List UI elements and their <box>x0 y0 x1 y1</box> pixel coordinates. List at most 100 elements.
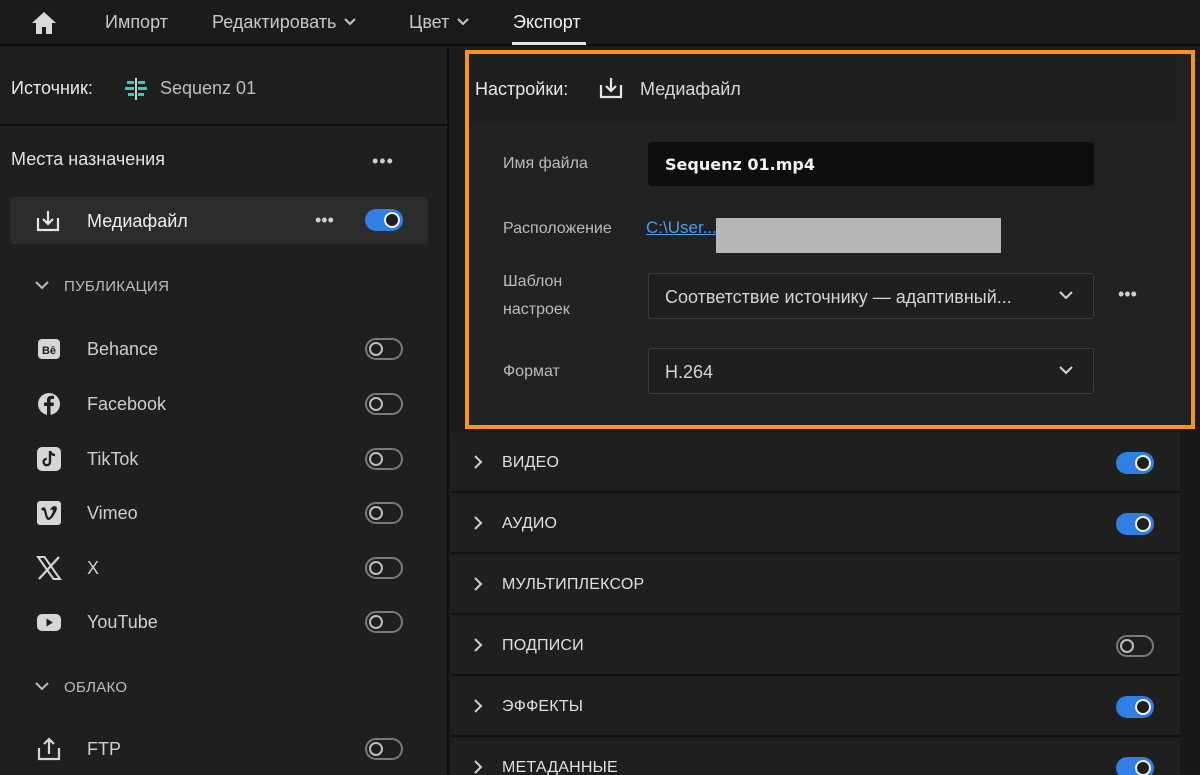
tiktok-label: TikTok <box>87 449 139 469</box>
section-audio-label: АУДИО <box>502 515 558 532</box>
chevron-right-icon <box>474 455 483 469</box>
section-audio-toggle[interactable] <box>1116 513 1154 535</box>
redacted-path <box>716 218 1001 253</box>
chevron-down-icon <box>344 18 357 26</box>
facebook-icon <box>38 393 60 415</box>
home-icon[interactable] <box>29 9 59 37</box>
settings-target: Медиафайл <box>640 79 741 99</box>
section-effects-toggle[interactable] <box>1116 696 1154 718</box>
right-gutter <box>1180 430 1200 775</box>
section-captions[interactable]: ПОДПИСИ <box>451 616 1180 676</box>
source-sequence-name: Sequenz 01 <box>160 78 257 98</box>
behance-icon: Bē <box>38 339 60 359</box>
vimeo-icon <box>37 501 61 525</box>
svg-text:Bē: Bē <box>42 345 56 357</box>
chevron-down-icon <box>1059 291 1073 300</box>
section-effects[interactable]: ЭФФЕКТЫ <box>451 677 1180 737</box>
chevron-right-icon <box>474 760 483 774</box>
preset-select[interactable]: Соответствие источнику — адаптивный... <box>648 273 1094 319</box>
nav-import-label: Импорт <box>105 12 168 32</box>
active-tab-indicator <box>512 42 586 45</box>
section-captions-label: ПОДПИСИ <box>502 637 584 654</box>
youtube-label: YouTube <box>87 612 158 632</box>
media-file-more-button[interactable]: ••• <box>315 210 334 231</box>
download-icon <box>36 211 60 232</box>
source-label: Источник: <box>11 78 93 98</box>
youtube-toggle[interactable] <box>365 611 403 633</box>
format-select[interactable]: H.264 <box>648 348 1094 394</box>
ftp-label: FTP <box>87 739 121 759</box>
facebook-toggle[interactable] <box>365 393 403 415</box>
group-publication-label: ПУБЛИКАЦИЯ <box>64 278 170 295</box>
destination-vimeo[interactable]: Vimeo <box>0 492 447 536</box>
destination-behance[interactable]: Bē Behance <box>0 328 447 372</box>
file-name-label: Имя файла <box>503 155 588 172</box>
destination-facebook[interactable]: Facebook <box>0 383 447 427</box>
section-audio[interactable]: АУДИО <box>451 494 1180 554</box>
destination-youtube[interactable]: YouTube <box>0 601 447 645</box>
section-video[interactable]: ВИДЕО <box>451 433 1180 493</box>
format-label: Формат <box>503 363 560 380</box>
nav-export-label: Экспорт <box>513 12 581 32</box>
download-icon <box>599 78 623 99</box>
preset-label-line1: Шаблон <box>503 273 563 290</box>
left-panel: Источник: Sequenz 01 Места назначения ••… <box>0 48 449 775</box>
section-metadata[interactable]: МЕТАДАННЫЕ <box>451 738 1180 775</box>
preset-value: Соответствие источнику — адаптивный... <box>665 287 1012 307</box>
sequence-icon <box>125 78 147 100</box>
group-cloud-header[interactable]: ОБЛАКО <box>34 679 127 696</box>
chevron-down-icon <box>1059 366 1073 375</box>
group-cloud-label: ОБЛАКО <box>64 679 128 696</box>
x-toggle[interactable] <box>365 557 403 579</box>
ftp-toggle[interactable] <box>365 738 403 760</box>
youtube-icon <box>37 614 61 631</box>
section-multiplexer[interactable]: МУЛЬТИПЛЕКСОР <box>451 555 1180 615</box>
nav-color[interactable]: Цвет <box>409 0 470 46</box>
destination-tiktok[interactable]: TikTok <box>0 438 447 482</box>
settings-header <box>469 54 1177 125</box>
nav-color-label: Цвет <box>409 12 450 32</box>
section-metadata-label: МЕТАДАННЫЕ <box>502 759 618 775</box>
top-nav: Импорт Редактировать Цвет Экспорт <box>0 0 1200 46</box>
section-video-toggle[interactable] <box>1116 452 1154 474</box>
destination-media-file[interactable]: Медиафайл ••• <box>10 197 428 244</box>
section-captions-toggle[interactable] <box>1116 635 1154 657</box>
ftp-upload-icon <box>37 737 61 761</box>
behance-label: Behance <box>87 339 159 359</box>
chevron-down-icon <box>35 682 49 691</box>
group-publication-header[interactable]: ПУБЛИКАЦИЯ <box>34 278 169 295</box>
x-label: X <box>87 558 100 578</box>
chevron-down-icon <box>35 281 49 290</box>
format-value: H.264 <box>665 362 714 382</box>
destination-x[interactable]: X <box>0 547 447 591</box>
chevron-right-icon <box>474 516 483 530</box>
section-multiplexer-label: МУЛЬТИПЛЕКСОР <box>502 576 645 593</box>
section-metadata-toggle[interactable] <box>1116 757 1154 775</box>
tiktok-icon <box>37 447 61 471</box>
destination-ftp[interactable]: FTP <box>0 728 447 772</box>
media-file-toggle[interactable] <box>365 209 403 231</box>
vimeo-label: Vimeo <box>87 503 138 523</box>
vimeo-toggle[interactable] <box>365 502 403 524</box>
nav-export[interactable]: Экспорт <box>513 0 581 46</box>
chevron-right-icon <box>474 577 483 591</box>
facebook-label: Facebook <box>87 394 167 414</box>
behance-toggle[interactable] <box>365 338 403 360</box>
location-link[interactable]: C:\User...\ <box>646 218 722 238</box>
preset-more-button[interactable]: ••• <box>1118 284 1137 305</box>
nav-edit-label: Редактировать <box>212 12 337 32</box>
media-file-label: Медиафайл <box>87 211 188 231</box>
file-name-input[interactable] <box>648 142 1094 186</box>
nav-import[interactable]: Импорт <box>105 0 168 46</box>
chevron-down-icon <box>457 18 470 26</box>
section-effects-label: ЭФФЕКТЫ <box>502 698 584 715</box>
source-row: Источник: Sequenz 01 <box>0 48 447 126</box>
destinations-title: Места назначения <box>11 149 165 169</box>
destinations-more-button[interactable]: ••• <box>372 151 394 172</box>
x-icon <box>36 556 62 580</box>
chevron-right-icon <box>474 699 483 713</box>
preset-label-line2: настроек <box>503 301 570 318</box>
nav-edit[interactable]: Редактировать <box>212 0 357 46</box>
chevron-right-icon <box>474 638 483 652</box>
tiktok-toggle[interactable] <box>365 448 403 470</box>
